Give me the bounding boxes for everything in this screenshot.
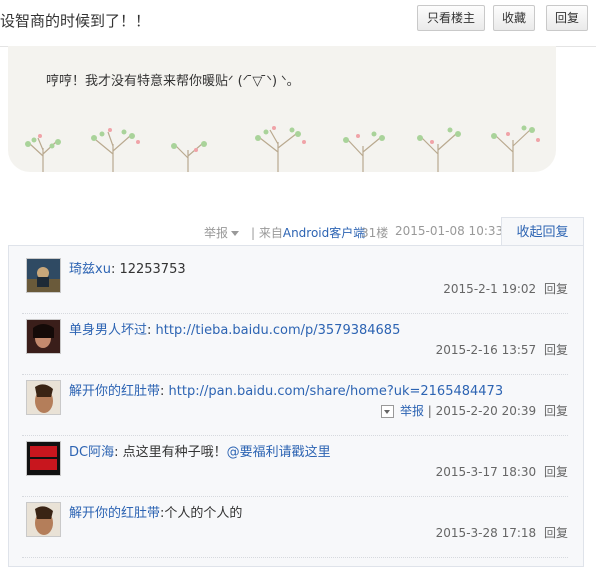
reply-to-button[interactable]: 回复 <box>544 282 568 296</box>
post-source: | 来自Android客户端 <box>251 226 366 240</box>
thread-header: 设智商的时候到了！！ 只看楼主 收藏 回复 <box>0 0 596 47</box>
avatar[interactable] <box>26 319 61 354</box>
source-device-link[interactable]: Android客户端 <box>283 226 365 240</box>
list-item: 解开你的红肚带:个人的个人的 2015-3-28 17:18 回复 <box>22 496 568 558</box>
avatar[interactable] <box>26 380 61 415</box>
reply-time: 2015-2-20 20:39 <box>435 404 537 418</box>
reply-link[interactable]: http://pan.baidu.com/share/home?uk=21654… <box>169 384 504 399</box>
reply-time: 2015-2-1 19:02 <box>443 282 537 296</box>
reply-username[interactable]: 单身男人坏过 <box>69 323 147 338</box>
reply-username[interactable]: 琦兹xu <box>69 262 111 277</box>
reply-content: 点这里有种子哦！ <box>122 445 227 460</box>
reply-time: 2015-3-17 18:30 <box>435 465 537 479</box>
reply-time: 2015-3-28 17:18 <box>435 526 537 540</box>
mention-link[interactable]: @要福利请戳这里 <box>227 445 331 460</box>
post-time: 2015-01-08 10:33 <box>395 224 504 238</box>
avatar[interactable] <box>26 441 61 476</box>
report-link[interactable]: 举报 <box>400 404 424 418</box>
reply-content: 个人的个人的 <box>164 506 243 521</box>
list-item: DC阿海: 点这里有种子哦！@要福利请戳这里 2015-3-17 18:30 回… <box>22 435 568 497</box>
post-text: 哼哼！我才没有特意来帮你暖贴ᐟ (ᐟ ̄▽ ̄ᐠ) ᐠ。 <box>46 74 300 89</box>
tree-decoration <box>25 125 540 172</box>
chevron-down-icon <box>231 230 240 236</box>
favorite-button[interactable]: 收藏 <box>493 5 535 31</box>
fold-replies-button[interactable]: 收起回复 <box>501 217 584 247</box>
dropdown-icon[interactable] <box>380 405 394 418</box>
report-link[interactable]: 举报 <box>204 224 241 241</box>
reply-link[interactable]: http://tieba.baidu.com/p/3579384685 <box>156 323 401 338</box>
reply-to-button[interactable]: 回复 <box>544 526 568 540</box>
reply-to-button[interactable]: 回复 <box>544 465 568 479</box>
reply-button[interactable]: 回复 <box>546 5 588 31</box>
reply-list: 琦兹xu: 12253753 2015-2-1 19:02 回复 单身男人坏过:… <box>8 245 584 567</box>
post-content-card: 哼哼！我才没有特意来帮你暖贴ᐟ (ᐟ ̄▽ ̄ᐠ) ᐠ。 <box>8 46 556 172</box>
list-item: 琦兹xu: 12253753 2015-2-1 19:02 回复 <box>22 252 568 314</box>
avatar[interactable] <box>26 502 61 537</box>
reply-to-button[interactable]: 回复 <box>544 404 568 418</box>
reply-username[interactable]: 解开你的红肚带 <box>69 506 160 521</box>
thread-title: 设智商的时候到了！！ <box>0 12 151 30</box>
only-owner-button[interactable]: 只看楼主 <box>417 5 485 31</box>
reply-username[interactable]: 解开你的红肚带 <box>69 384 160 399</box>
reply-to-button[interactable]: 回复 <box>544 343 568 357</box>
avatar[interactable] <box>26 258 61 293</box>
reply-username[interactable]: DC阿海 <box>69 445 114 460</box>
reply-content: 12253753 <box>119 262 186 277</box>
list-item: 解开你的红肚带: http://pan.baidu.com/share/home… <box>22 374 568 436</box>
floor-number: 31楼 <box>361 226 389 240</box>
reply-time: 2015-2-16 13:57 <box>435 343 537 357</box>
list-item: 单身男人坏过: http://tieba.baidu.com/p/3579384… <box>22 313 568 375</box>
